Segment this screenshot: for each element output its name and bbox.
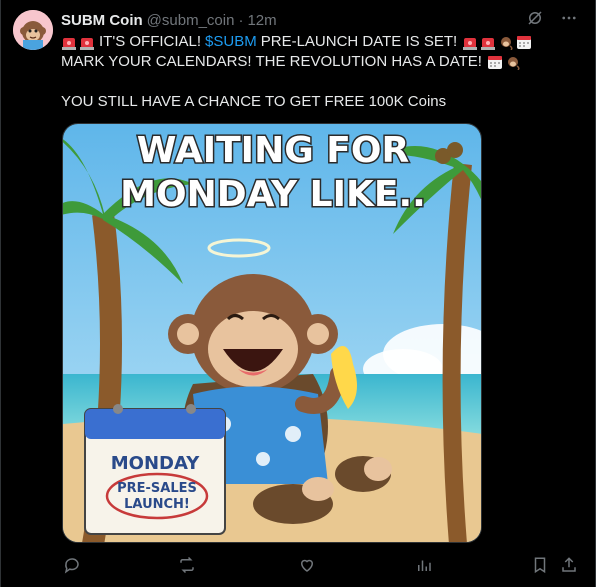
- tweet-text-1b: PRE-LAUNCH DATE IS SET!: [260, 33, 458, 50]
- calendar-icon: [517, 36, 532, 49]
- share-icon[interactable]: [558, 554, 580, 576]
- siren-icon: [481, 38, 496, 50]
- like-icon[interactable]: [296, 554, 318, 576]
- tweet-text: IT'S OFFICIAL! $SUBM PRE-LAUNCH DATE IS …: [61, 32, 581, 112]
- calendar-day-text: MONDAY: [111, 453, 200, 474]
- author-handle[interactable]: @subm_coin: [147, 12, 235, 29]
- siren-icon: [463, 38, 478, 50]
- post-image[interactable]: WAITING FOR MONDAY LIKE.. MONDAY PRE-SAL…: [62, 123, 482, 543]
- author-display-name[interactable]: SUBM Coin: [61, 12, 143, 29]
- views-icon[interactable]: [413, 554, 435, 576]
- calendar-note-1: PRE-SALES: [117, 481, 197, 496]
- reply-icon[interactable]: [61, 554, 83, 576]
- calendar-note-2: LAUNCH!: [124, 497, 190, 512]
- image-headline-1: WAITING FOR: [137, 130, 409, 171]
- monkey-icon: [501, 37, 513, 50]
- tweet-line-2: MARK YOUR CALENDARS! THE REVOLUTION HAS …: [61, 52, 581, 72]
- grok-icon[interactable]: [525, 8, 545, 28]
- image-headline-2: MONDAY LIKE..: [120, 174, 426, 215]
- tweet-text-2: MARK YOUR CALENDARS! THE REVOLUTION HAS …: [61, 53, 482, 70]
- action-bar: [61, 553, 579, 577]
- calendar-icon: [487, 56, 502, 69]
- tweet-line-3: YOU STILL HAVE A CHANCE TO GET FREE 100K…: [61, 92, 581, 112]
- top-icons: [525, 8, 579, 28]
- retweet-icon[interactable]: [176, 554, 198, 576]
- tweet-line-1: IT'S OFFICIAL! $SUBM PRE-LAUNCH DATE IS …: [61, 32, 581, 52]
- tweet-post[interactable]: SUBM Coin @subm_coin · 12m IT'S OFFICIAL…: [0, 0, 596, 587]
- tweet-text-1a: IT'S OFFICIAL!: [99, 33, 202, 50]
- more-icon[interactable]: [559, 8, 579, 28]
- post-header: SUBM Coin @subm_coin · 12m: [61, 10, 277, 30]
- separator-dot: ·: [238, 11, 244, 29]
- bookmark-icon[interactable]: [529, 554, 551, 576]
- tweet-text-3: YOU STILL HAVE A CHANCE TO GET FREE 100K…: [61, 93, 447, 110]
- monkey-icon: [507, 57, 520, 70]
- siren-icon: [80, 38, 94, 50]
- cashtag-link[interactable]: $SUBM: [205, 32, 257, 52]
- avatar[interactable]: [13, 10, 53, 50]
- siren-icon: [62, 38, 76, 50]
- post-timestamp[interactable]: 12m: [247, 12, 276, 29]
